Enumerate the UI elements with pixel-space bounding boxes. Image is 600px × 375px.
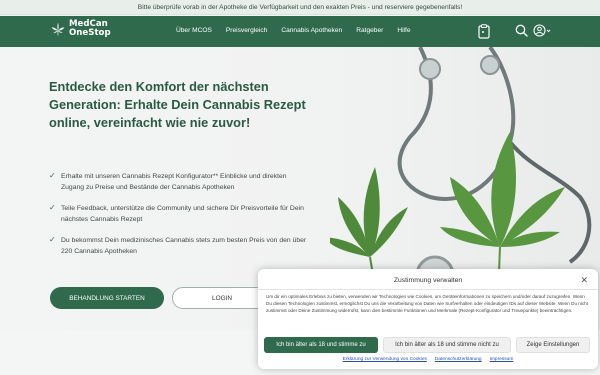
cookie-decline-button[interactable]: Ich bin älter als 18 und stimme nicht zu — [383, 337, 511, 353]
search-icon[interactable] — [515, 24, 528, 37]
logo-line-2: OneStop — [69, 27, 111, 38]
user-icon[interactable] — [533, 24, 551, 37]
nav-item-preisvergleich[interactable]: Preisvergleich — [226, 27, 267, 34]
benefit-text: Erhalte mit unseren Cannabis Rezept Konf… — [61, 173, 287, 191]
list-item: ✓ Du bekommst Dein medizinisches Cannabi… — [49, 235, 309, 257]
start-treatment-button[interactable]: BEHANDLUNG STARTEN — [50, 287, 164, 309]
nav-item-ratgeber[interactable]: Ratgeber — [356, 27, 383, 34]
cookie-dialog-title: Zustimmung verwalten — [393, 277, 463, 284]
chevron-down-icon — [546, 29, 551, 33]
announcement-text: Bitte überprüfe vorab in der Apotheke di… — [137, 3, 463, 11]
nav-item-hilfe[interactable]: Hilfe — [397, 27, 410, 34]
logo-text: MedCan OneStop — [69, 20, 111, 37]
benefit-text: Teile Feedback, unterstütze die Communit… — [61, 205, 304, 223]
announcement-bar: Bitte überprüfe vorab in der Apotheke di… — [0, 0, 600, 15]
nav-item-ueber-mcos[interactable]: Über MCOS — [176, 27, 212, 34]
checkmark-icon: ✓ — [49, 203, 56, 212]
benefit-text: Du bekommst Dein medizinisches Cannabis … — [61, 237, 307, 255]
cookie-description: Um dir ein optimales Erlebnis zu bieten,… — [266, 294, 588, 313]
main-navigation: MedCan OneStop Über MCOS Preisvergleich … — [0, 16, 600, 47]
cookie-links: Erklärung zur Verwendung von Cookies Dat… — [258, 357, 598, 362]
divider — [258, 289, 598, 290]
hero-headline: Entdecke den Komfort der nächsten Genera… — [49, 79, 306, 130]
clipboard-icon[interactable] — [478, 24, 490, 39]
cookie-consent-dialog: Zustimmung verwalten ✕ Um dir ein optima… — [258, 269, 598, 369]
list-item: ✓ Teile Feedback, unterstütze die Commun… — [49, 203, 309, 225]
benefit-list: ✓ Erhalte mit unseren Cannabis Rezept Ko… — [49, 171, 309, 267]
nav-menu: Über MCOS Preisvergleich Cannabis Apothe… — [176, 27, 411, 34]
login-button[interactable]: LOGIN — [172, 287, 272, 309]
cookie-settings-button[interactable]: Zeige Einstellungen — [516, 337, 590, 353]
privacy-policy-link[interactable]: Datenschutzerklärung — [435, 357, 482, 362]
close-icon[interactable]: ✕ — [580, 275, 588, 286]
imprint-link[interactable]: Impressum — [490, 357, 514, 362]
stethoscope-cannabis-illustration — [330, 47, 592, 297]
checkmark-icon: ✓ — [49, 171, 56, 180]
cannabis-leaf-icon — [51, 22, 65, 35]
nav-item-cannabis-apotheken[interactable]: Cannabis Apotheken — [281, 27, 342, 34]
site-logo[interactable]: MedCan OneStop — [50, 20, 111, 37]
cookie-policy-link[interactable]: Erklärung zur Verwendung von Cookies — [343, 357, 427, 362]
checkmark-icon: ✓ — [49, 235, 56, 244]
list-item: ✓ Erhalte mit unseren Cannabis Rezept Ko… — [49, 171, 309, 193]
cookie-accept-button[interactable]: Ich bin älter als 18 und stimme zu — [264, 337, 378, 353]
